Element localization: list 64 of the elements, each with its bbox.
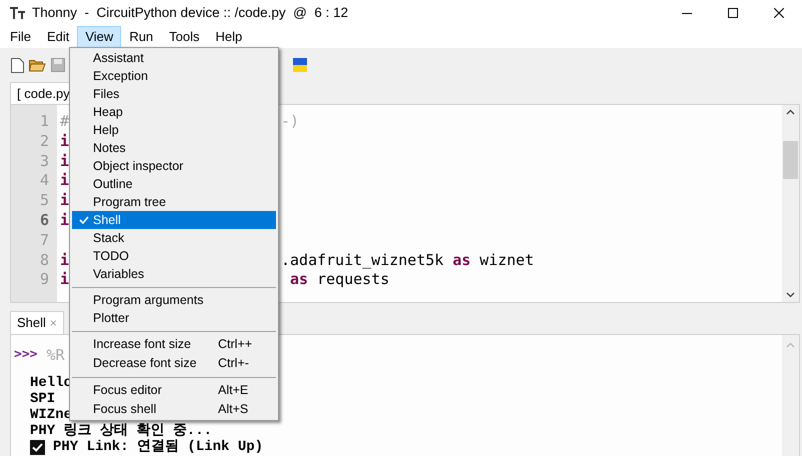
menu-item[interactable]: Increase font size Ctrl++: [72, 335, 276, 354]
menu-item[interactable]: Focus editor Alt+E: [72, 381, 276, 400]
new-file-icon[interactable]: [11, 58, 24, 72]
scrollbar[interactable]: [782, 105, 799, 302]
menu-item[interactable]: Focus shell Alt+S: [72, 400, 276, 419]
code-text: #: [60, 112, 70, 130]
code-text: i: [60, 270, 70, 288]
line-number: 9: [38, 269, 50, 288]
shell-command: %R: [46, 347, 65, 363]
menu-item[interactable]: Plotter: [72, 309, 276, 327]
flag-icon[interactable]: [293, 58, 307, 72]
close-icon: [774, 8, 784, 18]
scrollbar[interactable]: [782, 335, 799, 456]
scroll-up-icon[interactable]: [786, 109, 795, 115]
maximize-icon: [728, 8, 738, 18]
menu-item[interactable]: Program arguments: [72, 291, 276, 309]
shell-output: PHY 링크 상태 확인 중...: [30, 423, 212, 439]
open-folder-icon[interactable]: [29, 58, 46, 72]
shell-output: SPI: [30, 391, 56, 407]
scroll-down-icon[interactable]: [786, 292, 795, 298]
code-text: i: [60, 152, 70, 170]
code-text: i: [60, 132, 70, 150]
menu-item[interactable]: TODO: [72, 247, 276, 265]
menu-bar-item[interactable]: Run: [121, 26, 162, 48]
code-text: .adafruit_wiznet5k as wiznet: [281, 250, 534, 268]
window-title: Thonny - CircuitPython device :: /code.py @ 6 : 12: [32, 4, 348, 22]
menu-item[interactable]: Outline: [72, 175, 276, 193]
code-text: as requests: [289, 269, 390, 288]
shell-output: PHY Link: 연결됨 (Link Up): [53, 439, 264, 455]
line-number: 5: [38, 190, 50, 209]
menu-item[interactable]: Exception: [72, 67, 276, 85]
line-number: 3: [38, 150, 50, 170]
menu-item[interactable]: Decrease font size Ctrl+-: [72, 354, 276, 373]
line-number: 4: [38, 170, 50, 190]
shell-prompt: >>>: [14, 347, 38, 363]
code-text: i: [60, 171, 70, 190]
menu-item[interactable]: Heap: [72, 103, 276, 121]
menu-bar-item[interactable]: Help: [208, 26, 250, 48]
line-number: 1: [38, 111, 50, 130]
code-text: i: [60, 250, 70, 269]
menu-bar-item[interactable]: File: [2, 26, 39, 48]
line-number: 6: [38, 210, 50, 229]
menu-item[interactable]: Program tree: [72, 193, 276, 211]
save-icon[interactable]: [51, 58, 65, 72]
code-text: i: [60, 191, 70, 210]
line-number: 2: [38, 130, 50, 150]
minimize-icon: [682, 12, 692, 14]
code-text: i: [60, 210, 70, 229]
menu-bar-item[interactable]: Edit: [38, 26, 78, 48]
menu-item[interactable]: Stack: [72, 229, 276, 247]
app-logo-icon: [10, 6, 25, 20]
menu-bar-item[interactable]: Tools: [161, 26, 208, 48]
menu-item[interactable]: Help: [72, 121, 276, 139]
menu-item[interactable]: Shell: [72, 211, 276, 229]
code-text: -): [281, 111, 300, 130]
scroll-thumb[interactable]: [783, 140, 798, 178]
menu-item[interactable]: Assistant: [72, 49, 276, 67]
menu-bar-item[interactable]: View: [77, 26, 122, 48]
menu-item[interactable]: Object inspector: [72, 157, 276, 175]
line-number: 7: [38, 230, 50, 249]
line-number: 8: [38, 250, 50, 268]
shell-tab[interactable]: Shell ×: [10, 311, 64, 334]
menu-item[interactable]: Notes: [72, 139, 276, 157]
menu-item[interactable]: Variables: [72, 265, 276, 283]
